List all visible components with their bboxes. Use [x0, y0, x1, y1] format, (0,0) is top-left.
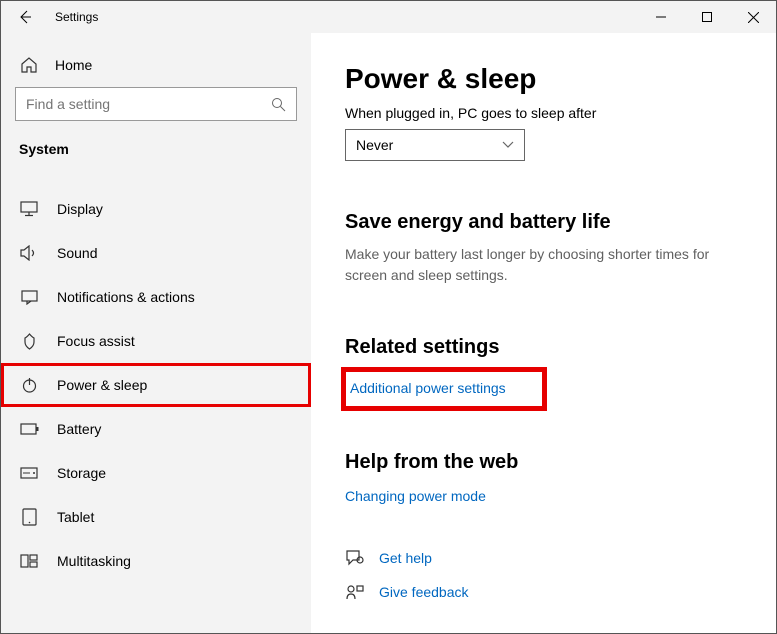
titlebar: Settings	[1, 1, 776, 33]
chevron-down-icon	[502, 141, 514, 149]
sidebar-item-label: Sound	[57, 245, 97, 261]
window-controls	[638, 1, 776, 33]
get-help-icon	[345, 548, 365, 568]
search-input[interactable]	[26, 96, 271, 112]
highlight-box: Additional power settings	[341, 367, 547, 411]
related-settings-heading: Related settings	[345, 336, 742, 359]
save-energy-section: Save energy and battery life Make your b…	[345, 211, 742, 286]
get-help-link[interactable]: Get help	[379, 550, 432, 566]
additional-power-settings-link[interactable]: Additional power settings	[350, 380, 506, 396]
nav-list: Display Sound Notifications & actions Fo…	[1, 167, 311, 583]
storage-icon	[19, 463, 39, 483]
give-feedback-link[interactable]: Give feedback	[379, 584, 469, 600]
page-title: Power & sleep	[345, 63, 742, 95]
category-header: System	[1, 135, 311, 167]
footer-links: Get help Give feedback	[345, 548, 742, 602]
battery-icon	[19, 419, 39, 439]
sidebar-item-multitasking[interactable]: Multitasking	[1, 539, 311, 583]
save-energy-heading: Save energy and battery life	[345, 211, 742, 234]
changing-power-mode-link[interactable]: Changing power mode	[345, 488, 486, 504]
feedback-icon	[345, 582, 365, 602]
sidebar-item-display[interactable]: Display	[1, 187, 311, 231]
main-panel: Power & sleep When plugged in, PC goes t…	[311, 33, 776, 633]
notifications-icon	[19, 287, 39, 307]
home-nav[interactable]: Home	[1, 47, 311, 83]
sleep-dropdown[interactable]: Never	[345, 129, 525, 161]
power-icon	[19, 375, 39, 395]
sidebar: Home System Display Sound Notificatio	[1, 33, 311, 633]
sidebar-item-battery[interactable]: Battery	[1, 407, 311, 451]
focus-assist-icon	[19, 331, 39, 351]
sidebar-item-label: Tablet	[57, 509, 94, 525]
search-box[interactable]	[15, 87, 297, 121]
home-icon	[19, 55, 39, 75]
help-section: Help from the web Changing power mode	[345, 451, 742, 504]
window-title: Settings	[49, 10, 98, 24]
help-heading: Help from the web	[345, 451, 742, 474]
sleep-label: When plugged in, PC goes to sleep after	[345, 105, 742, 121]
sidebar-item-sound[interactable]: Sound	[1, 231, 311, 275]
sidebar-item-power-sleep[interactable]: Power & sleep	[1, 363, 311, 407]
close-button[interactable]	[730, 1, 776, 33]
minimize-button[interactable]	[638, 1, 684, 33]
sidebar-item-tablet[interactable]: Tablet	[1, 495, 311, 539]
tablet-icon	[19, 507, 39, 527]
display-icon	[19, 199, 39, 219]
save-energy-body: Make your battery last longer by choosin…	[345, 244, 725, 286]
back-button[interactable]	[1, 1, 49, 33]
sidebar-item-label: Display	[57, 201, 103, 217]
home-label: Home	[55, 57, 92, 73]
sidebar-item-notifications[interactable]: Notifications & actions	[1, 275, 311, 319]
maximize-button[interactable]	[684, 1, 730, 33]
sidebar-item-label: Multitasking	[57, 553, 131, 569]
search-icon	[271, 97, 286, 112]
related-settings-section: Related settings Additional power settin…	[345, 336, 742, 411]
sidebar-item-label: Notifications & actions	[57, 289, 195, 305]
sidebar-item-storage[interactable]: Storage	[1, 451, 311, 495]
sidebar-item-label: Storage	[57, 465, 106, 481]
sidebar-item-focus-assist[interactable]: Focus assist	[1, 319, 311, 363]
sidebar-item-label: Focus assist	[57, 333, 135, 349]
sound-icon	[19, 243, 39, 263]
sidebar-item-label: Battery	[57, 421, 101, 437]
sidebar-item-label: Power & sleep	[57, 377, 147, 393]
sleep-value: Never	[356, 137, 393, 153]
multitasking-icon	[19, 551, 39, 571]
